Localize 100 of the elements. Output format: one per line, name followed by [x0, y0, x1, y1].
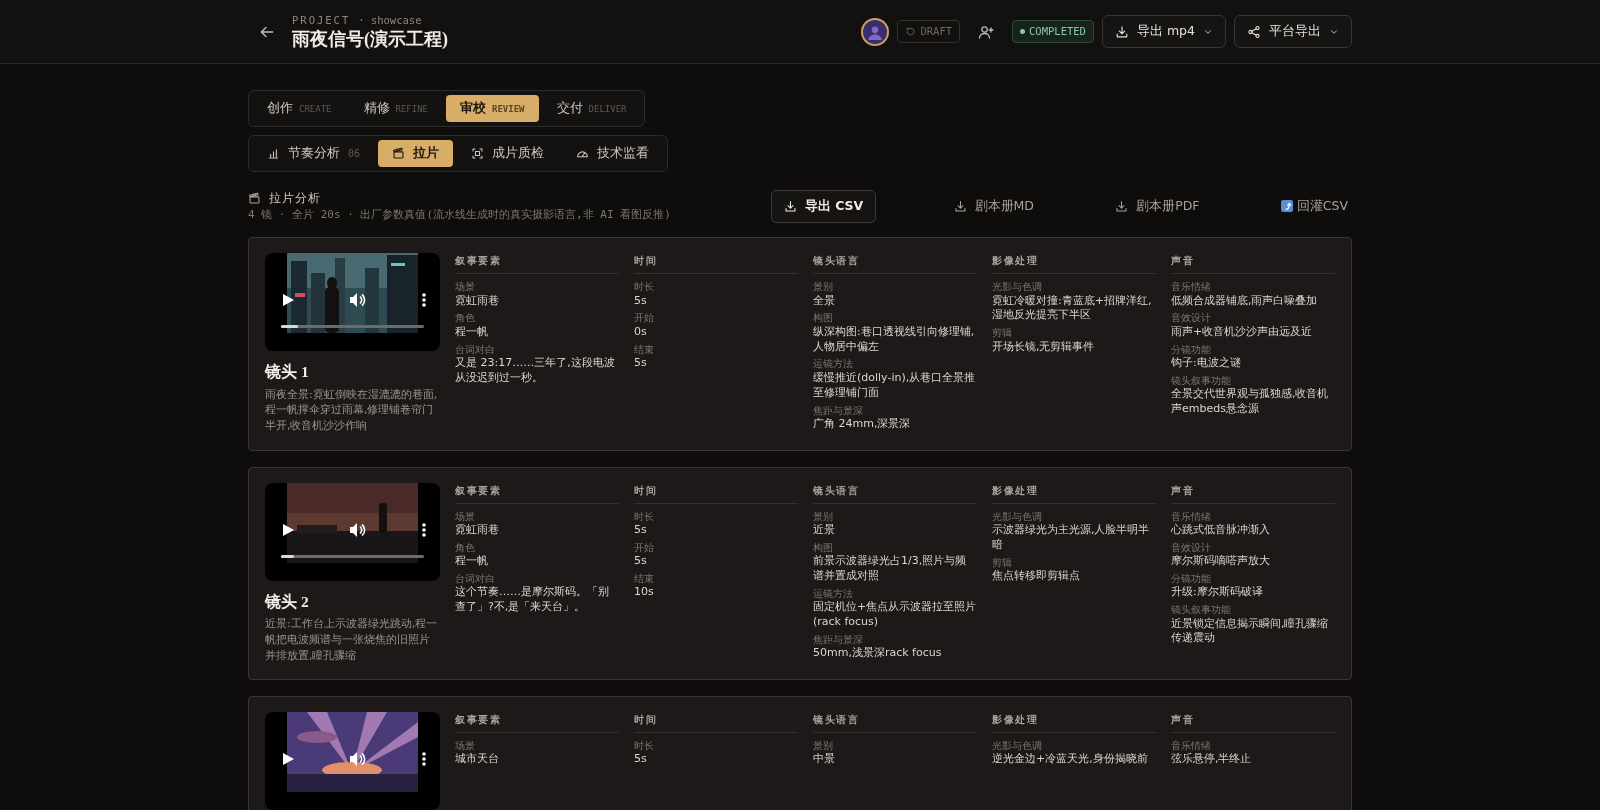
undo-icon: [905, 26, 917, 37]
field-label: 音乐情绪: [1171, 510, 1212, 524]
field-value: 摩尔斯码嘀嗒声放大: [1171, 554, 1271, 570]
view-tab[interactable]: 技术监看: [562, 139, 664, 167]
field-value: 50mm,浅景深rack focus: [813, 646, 943, 662]
dropdown-button[interactable]: 导出 mp4: [1101, 15, 1226, 48]
field-label: 光影与色调: [992, 510, 1043, 524]
avatar[interactable]: [861, 17, 890, 46]
import-link[interactable]: 回灌CSV: [1276, 191, 1352, 222]
field-value: 全景: [813, 293, 836, 309]
field-value: 逆光金边+冷蓝天光,身份揭晓前: [992, 752, 1149, 768]
group-heading: 声音: [1171, 712, 1335, 734]
play-icon[interactable]: [283, 523, 294, 536]
project-title: 雨夜信号(演示工程): [292, 28, 448, 51]
play-icon[interactable]: [283, 753, 294, 766]
view-tab[interactable]: 拉片: [378, 139, 454, 167]
progress-track[interactable]: [281, 554, 424, 558]
field-value: 焦点转移即剪辑点: [992, 569, 1081, 584]
group-heading: 影像处理: [992, 712, 1156, 734]
field-label: 时长: [634, 740, 655, 753]
section-title: 拉片分析: [269, 189, 321, 207]
field-label: 构图: [813, 541, 834, 555]
stage-tab[interactable]: 创作 CREATE: [253, 95, 346, 122]
shot-description: 雨夜全景:霓虹倒映在湿漉漉的巷面,程一帆撑伞穿过雨幕,修理铺卷帘门半开,收音机沙沙作响: [265, 386, 439, 435]
group-heading: 时间: [634, 712, 798, 734]
add-user-icon[interactable]: [978, 23, 995, 40]
field-label: 景别: [813, 281, 834, 294]
group-heading: 影像处理: [992, 253, 1156, 275]
export-button[interactable]: 导出 CSV: [770, 190, 877, 223]
field-value: 全景交代世界观与孤独感,收音机声embeds悬念源: [1171, 387, 1330, 417]
field-label: 剪辑: [992, 327, 1013, 340]
field-value: 5s: [634, 554, 648, 570]
group-heading: 声音: [1171, 482, 1335, 504]
dropdown-button[interactable]: 平台导出: [1234, 15, 1352, 48]
video-player[interactable]: [265, 482, 440, 581]
export-link[interactable]: 剧本册MD: [949, 191, 1038, 222]
field-value: 雨声+收音机沙沙声由远及近: [1171, 324, 1314, 340]
group-heading: 声音: [1171, 253, 1335, 275]
field-label: 开始: [634, 312, 655, 325]
field-value: 5s: [634, 293, 648, 309]
field-label: 场景: [455, 510, 476, 524]
field-value: 固定机位+焦点从示波器拉至照片(rack focus): [813, 600, 977, 630]
stage-tab[interactable]: 交付 DELIVER: [542, 95, 641, 122]
field-value: 开场长镜,无剪辑事件: [992, 339, 1096, 355]
field-value: 钩子:电波之谜: [1171, 355, 1242, 371]
project-label: PROJECT: [292, 12, 351, 28]
field-label: 角色: [455, 541, 476, 555]
volume-icon[interactable]: [350, 752, 366, 767]
bar-chart-icon: [267, 146, 280, 160]
volume-icon[interactable]: [350, 522, 366, 537]
field-value: 缓慢推近(dolly-in),从巷口全景推至修理铺门面: [813, 370, 977, 401]
volume-icon[interactable]: [350, 293, 366, 308]
shot-title: 镜头 2: [265, 591, 310, 612]
field-label: 音乐情绪: [1171, 281, 1212, 294]
field-label: 场景: [455, 740, 476, 753]
download-icon: [1114, 24, 1129, 39]
group-heading: 叙事要素: [455, 482, 619, 504]
field-value: 前景示波器绿光占1/3,照片与频谱并置成对照: [813, 554, 968, 584]
view-tab[interactable]: 成片质检: [457, 139, 559, 167]
field-value: 10s: [634, 585, 655, 601]
field-label: 分镜功能: [1171, 573, 1212, 586]
shot-title: 镜头 1: [265, 362, 310, 383]
field-value: 弦乐悬停,半终止: [1171, 752, 1253, 768]
field-label: 音效设计: [1171, 541, 1212, 555]
group-heading: 镜头语言: [813, 712, 977, 734]
field-label: 分镜功能: [1171, 343, 1212, 356]
field-label: 镜头叙事功能: [1171, 374, 1232, 388]
group-heading: 时间: [634, 253, 798, 275]
field-label: 时长: [634, 510, 655, 524]
field-value: 这个节奏……是摩尔斯码。「别查了」?不,是「来天台」。: [455, 585, 610, 616]
field-label: 台词对白: [455, 573, 496, 586]
field-label: 焦距与景深: [813, 404, 864, 417]
view-tab[interactable]: 节奏分析 06: [253, 139, 375, 167]
export-link[interactable]: 剧本册PDF: [1111, 191, 1204, 222]
more-icon[interactable]: [422, 293, 426, 308]
video-player[interactable]: [265, 712, 440, 810]
video-player[interactable]: [265, 253, 440, 352]
more-icon[interactable]: [422, 522, 426, 537]
field-value: 程一帆: [455, 554, 489, 570]
field-value: 霓虹雨巷: [455, 293, 500, 309]
field-value: 霓虹雨巷: [455, 523, 500, 538]
field-label: 景别: [813, 510, 834, 524]
group-heading: 镜头语言: [813, 482, 977, 504]
field-value: 5s: [634, 752, 648, 768]
field-label: 焦距与景深: [813, 633, 864, 647]
play-icon[interactable]: [283, 294, 294, 307]
field-label: 场景: [455, 281, 476, 294]
field-value: 广角 24mm,深景深: [813, 416, 912, 432]
progress-track[interactable]: [281, 325, 424, 329]
stage-tab[interactable]: 精修 REFINE: [349, 95, 443, 122]
group-heading: 时间: [634, 482, 798, 504]
field-value: 低频合成器铺底,雨声白噪叠加: [1171, 293, 1319, 309]
download-icon: [783, 199, 797, 213]
field-label: 运镜方法: [813, 358, 854, 371]
field-value: 0s: [634, 324, 648, 340]
download-icon: [953, 199, 967, 213]
clapperboard-icon: [392, 146, 406, 160]
share-icon: [1247, 24, 1261, 39]
stage-tab[interactable]: 审校 REVIEW: [446, 95, 539, 122]
more-icon[interactable]: [422, 752, 426, 767]
